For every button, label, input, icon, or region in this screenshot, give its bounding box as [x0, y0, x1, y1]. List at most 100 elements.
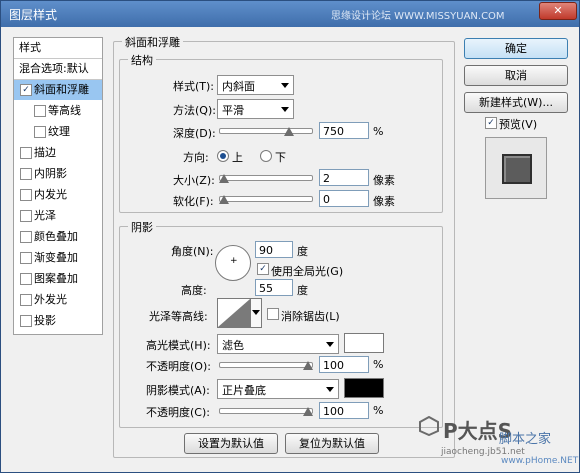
ok-button[interactable]: 确定 — [464, 38, 568, 59]
depth-slider-thumb[interactable] — [283, 127, 294, 136]
technique-select[interactable]: 平滑 — [217, 99, 294, 119]
angle-label: 角度(N): — [171, 245, 214, 258]
soften-slider-track[interactable] — [219, 196, 313, 202]
style-item-checkbox[interactable] — [34, 105, 46, 117]
highlight-opacity-thumb[interactable] — [303, 361, 314, 370]
watermark-site-1: 脚本之家 — [499, 432, 552, 447]
layer-style-dialog: 图层样式 思缘设计论坛 WWW.MISSYUAN.COM ✕ 样式 混合选项:默… — [0, 0, 580, 473]
highlight-opacity-percent: % — [373, 358, 384, 371]
cancel-button[interactable]: 取消 — [464, 65, 568, 86]
shading-title: 阴影 — [128, 219, 156, 235]
style-item[interactable]: 光泽 — [14, 206, 102, 226]
style-item[interactable]: 图案叠加 — [14, 269, 102, 289]
direction-down-radio[interactable] — [260, 150, 272, 162]
style-item[interactable]: 描边 — [14, 143, 102, 163]
style-item[interactable]: 纹理 — [28, 122, 102, 142]
style-select[interactable]: 内斜面 — [217, 75, 294, 95]
highlight-opacity-input[interactable]: 100 — [319, 356, 369, 373]
soften-slider-thumb[interactable] — [219, 195, 229, 204]
style-item-label: 颜色叠加 — [34, 230, 78, 243]
shadow-opacity-thumb[interactable] — [303, 407, 314, 416]
soften-input[interactable]: 0 — [319, 190, 369, 207]
direction-down-label: 下 — [275, 151, 286, 164]
style-item-checkbox[interactable] — [34, 126, 46, 138]
highlight-mode-label: 高光模式(H): — [146, 339, 211, 352]
altitude-input[interactable]: 55 — [255, 279, 293, 296]
size-unit: 像素 — [373, 174, 395, 187]
gloss-contour-dropdown[interactable] — [250, 298, 262, 328]
preview-thumbnail — [485, 137, 547, 199]
style-item-checkbox[interactable] — [20, 231, 32, 243]
style-item[interactable]: 外发光 — [14, 290, 102, 310]
blending-options-item[interactable]: 混合选项:默认 — [14, 59, 102, 80]
style-item-checkbox[interactable] — [20, 189, 32, 201]
angle-dial[interactable]: + — [215, 245, 251, 281]
watermark-top: 思缘设计论坛 WWW.MISSYUAN.COM — [331, 11, 505, 22]
shadow-mode-label: 阴影模式(A): — [146, 384, 210, 397]
depth-label: 深度(D): — [173, 127, 216, 140]
depth-input[interactable]: 750 — [319, 122, 369, 139]
style-item-checkbox[interactable] — [20, 252, 32, 264]
style-item[interactable]: 投影 — [14, 311, 102, 331]
style-item[interactable]: 等高线 — [28, 101, 102, 121]
reset-default-button[interactable]: 复位为默认值 — [285, 433, 379, 454]
style-item[interactable]: ✓ 斜面和浮雕 — [14, 80, 102, 100]
style-item-label: 内阴影 — [34, 167, 67, 180]
style-item-label: 外发光 — [34, 293, 67, 306]
styles-list: 样式 混合选项:默认 ✓ 斜面和浮雕等高线纹理描边内阴影内发光光泽颜色叠加渐变叠加… — [13, 37, 103, 335]
style-item-label: 投影 — [34, 314, 56, 327]
size-input[interactable]: 2 — [319, 169, 369, 186]
angle-input[interactable]: 90 — [255, 241, 293, 258]
style-label: 样式(T): — [173, 80, 215, 93]
highlight-mode-select[interactable]: 滤色 — [217, 334, 339, 354]
bevel-emboss-title: 斜面和浮雕 — [122, 34, 183, 50]
style-item-checkbox[interactable] — [20, 168, 32, 180]
gloss-contour-picker[interactable] — [217, 298, 251, 328]
style-item-label: 光泽 — [34, 209, 56, 222]
style-item[interactable]: 渐变叠加 — [14, 248, 102, 268]
style-item[interactable]: 内阴影 — [14, 164, 102, 184]
style-item-checkbox[interactable] — [20, 273, 32, 285]
style-item-label: 图案叠加 — [34, 272, 78, 285]
highlight-opacity-track[interactable] — [219, 362, 313, 368]
highlight-color-swatch[interactable] — [344, 333, 384, 353]
altitude-unit: 度 — [297, 284, 308, 297]
shadow-color-swatch[interactable] — [344, 378, 384, 398]
style-item[interactable]: 颜色叠加 — [14, 227, 102, 247]
shadow-opacity-input[interactable]: 100 — [319, 402, 369, 419]
window-title: 图层样式 — [9, 8, 58, 22]
global-light-label: 使用全局光(G) — [271, 265, 344, 278]
altitude-label: 高度: — [181, 284, 207, 297]
size-label: 大小(Z): — [173, 174, 215, 187]
dial-crosshair-icon: + — [230, 256, 238, 266]
style-item-checkbox[interactable]: ✓ — [20, 84, 32, 96]
style-item-label: 渐变叠加 — [34, 251, 78, 264]
global-light-checkbox[interactable]: ✓ — [257, 263, 269, 275]
contour-curve-icon — [218, 299, 250, 327]
style-item-checkbox[interactable] — [20, 315, 32, 327]
anti-aliased-checkbox[interactable] — [267, 308, 279, 320]
direction-up-radio[interactable] — [217, 150, 229, 162]
style-item-checkbox[interactable] — [20, 294, 32, 306]
preview-checkbox[interactable]: ✓ — [485, 117, 497, 129]
shadow-opacity-track[interactable] — [219, 408, 313, 414]
styles-header[interactable]: 样式 — [14, 38, 102, 59]
make-default-button[interactable]: 设置为默认值 — [184, 433, 278, 454]
preview-label: 预览(V) — [499, 118, 538, 131]
style-item-label: 纹理 — [48, 125, 70, 138]
style-item-checkbox[interactable] — [20, 147, 32, 159]
new-style-button[interactable]: 新建样式(W)... — [464, 92, 568, 113]
style-item-checkbox[interactable] — [20, 210, 32, 222]
size-slider-track[interactable] — [219, 175, 313, 181]
style-item[interactable]: 内发光 — [14, 185, 102, 205]
structure-title: 结构 — [128, 52, 156, 68]
shadow-mode-select[interactable]: 正片叠底 — [217, 379, 339, 399]
angle-unit: 度 — [297, 245, 308, 258]
preview-swatch — [502, 154, 532, 184]
size-slider-thumb[interactable] — [219, 174, 229, 183]
direction-up-label: 上 — [232, 151, 243, 164]
depth-slider-track[interactable] — [219, 128, 313, 134]
style-item-label: 内发光 — [34, 188, 67, 201]
close-button[interactable]: ✕ — [539, 2, 577, 20]
style-item-label: 等高线 — [48, 104, 81, 117]
